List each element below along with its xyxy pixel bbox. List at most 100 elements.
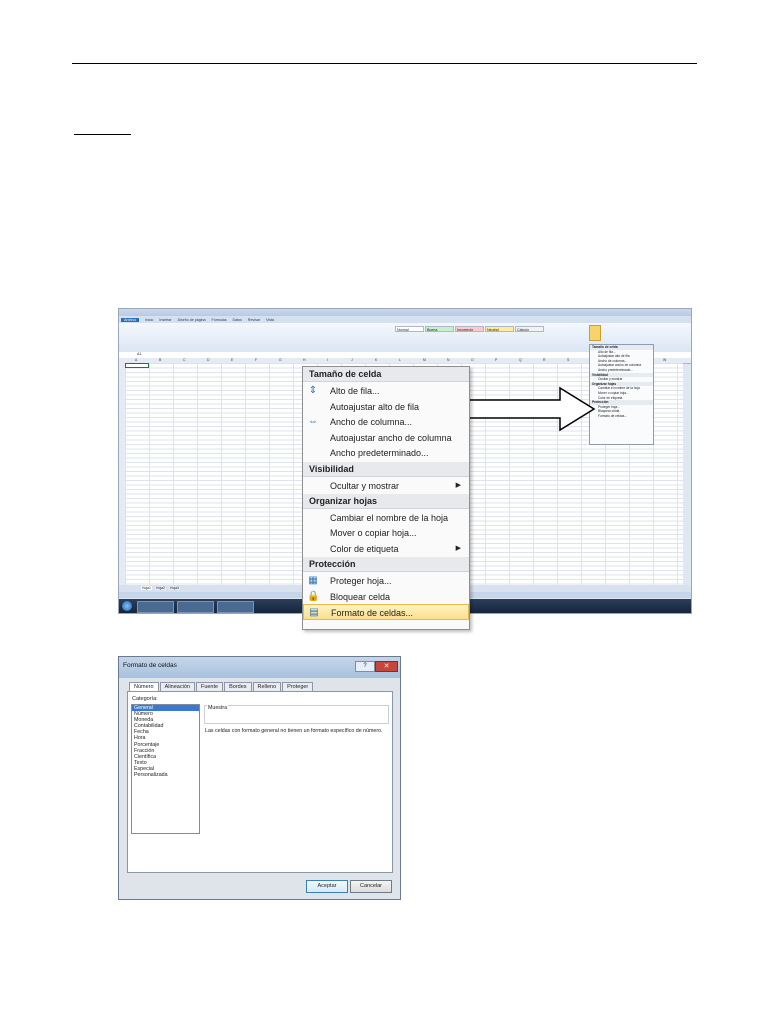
menu-section-header: Tamaño de celda <box>303 367 469 382</box>
column-width-icon: ⇔ <box>308 416 318 428</box>
cell-style-swatch[interactable]: Cálculo <box>515 326 544 332</box>
dialog-title-bar: Formato de celdas ? ✕ <box>119 657 400 678</box>
column-header[interactable]: F <box>255 358 257 362</box>
ribbon-tab[interactable]: Archivo <box>121 317 139 322</box>
column-header[interactable]: M <box>423 358 426 362</box>
menu-section-header: Protección <box>303 556 469 572</box>
ribbon-tab[interactable]: Diseño de página <box>178 318 206 322</box>
taskbar-window[interactable] <box>137 601 174 613</box>
column-header[interactable]: N <box>447 358 449 362</box>
close-button[interactable]: ✕ <box>375 661 398 672</box>
ok-button[interactable]: Aceptar <box>306 880 348 893</box>
menu-item-label: Ancho de columna... <box>330 417 413 428</box>
ribbon-tab[interactable]: Vista <box>266 318 274 322</box>
cell-style-swatch[interactable]: Normal <box>395 326 424 332</box>
cancel-button[interactable]: Cancelar <box>350 880 392 893</box>
column-header[interactable]: K <box>375 358 377 362</box>
menu-item[interactable]: Cambiar el nombre de la hoja <box>303 510 469 526</box>
column-header[interactable]: B <box>159 358 161 362</box>
dialog-tabs: Número Alineación Fuente Bordes Relleno Prote… <box>129 682 314 692</box>
submenu-item[interactable]: Formato de celdas... <box>590 414 653 419</box>
menu-item-label: Proteger hoja... <box>330 575 392 586</box>
chevron-right-icon: ▶ <box>455 481 461 489</box>
help-button[interactable]: ? <box>355 661 375 672</box>
format-dropdown-menu: Tamaño de celda Alto de fila... Autoajusta… <box>589 344 654 445</box>
ribbon-tab[interactable]: Datos <box>233 318 242 322</box>
column-header[interactable]: S <box>567 358 569 362</box>
category-label: Categoría: <box>132 696 158 702</box>
format-button[interactable] <box>589 325 601 341</box>
excel-title-bar <box>119 309 691 316</box>
menu-item-label: Mover o copiar hoja... <box>330 528 417 539</box>
sample-label: Muestra <box>207 705 229 711</box>
column-header[interactable]: D <box>207 358 209 362</box>
menu-item[interactable]: Autoajustar alto de fila <box>303 399 469 415</box>
cell-styles-gallery: Normal Buena Incorrecto Neutral Cálculo <box>395 326 545 332</box>
column-header[interactable]: G <box>279 358 282 362</box>
number-tab-panel: Categoría: General Número Moneda Contabilid… <box>127 691 393 873</box>
sheet-tab[interactable]: Hoja3 <box>169 586 180 590</box>
column-header[interactable]: W <box>663 358 666 362</box>
column-header[interactable]: C <box>183 358 185 362</box>
menu-item[interactable]: 🔒 Bloquear celda <box>303 589 469 605</box>
taskbar-window[interactable] <box>177 601 214 613</box>
start-button-icon[interactable] <box>122 601 132 611</box>
menu-section-header: Organizar hojas <box>303 493 469 509</box>
ribbon-tab[interactable]: Revisar <box>248 318 260 322</box>
column-header[interactable]: I <box>327 358 328 362</box>
column-header[interactable]: E <box>231 358 233 362</box>
chevron-right-icon: ▶ <box>455 544 461 552</box>
menu-item[interactable]: ⇔ Ancho de columna... <box>303 414 469 430</box>
format-context-menu: Tamaño de celda ⇕ Alto de fila... Autoajust… <box>302 366 470 630</box>
taskbar-window[interactable] <box>217 601 254 613</box>
cell-style-swatch[interactable]: Buena <box>425 326 454 332</box>
cell-style-swatch[interactable]: Incorrecto <box>455 326 484 332</box>
sheet-tab[interactable]: Hoja1 <box>141 586 152 590</box>
active-cell[interactable] <box>125 363 149 368</box>
menu-item-label: Ancho predeterminado... <box>330 448 429 459</box>
menu-item-label: Color de etiqueta <box>330 543 399 554</box>
category-description: Las celdas con formato general no tienen… <box>205 728 383 734</box>
column-header[interactable]: Q <box>519 358 522 362</box>
dialog-tab[interactable]: Alineación <box>159 682 195 691</box>
dialog-tab[interactable]: Relleno <box>252 682 282 691</box>
menu-item-label: Autoajustar alto de fila <box>330 401 420 412</box>
menu-item[interactable]: ▦ Proteger hoja... <box>303 573 469 589</box>
menu-item-label: Cambiar el nombre de la hoja <box>330 512 449 523</box>
column-header[interactable]: L <box>399 358 401 362</box>
cell-style-swatch[interactable]: Neutral <box>485 326 514 332</box>
menu-item[interactable]: ⇕ Alto de fila... <box>303 383 469 399</box>
ribbon-tab[interactable]: Insertar <box>159 318 171 322</box>
menu-item-label: Autoajustar ancho de columna <box>330 432 452 443</box>
name-box[interactable]: A1 <box>137 352 141 356</box>
column-header[interactable]: J <box>351 358 353 362</box>
menu-item[interactable]: Ancho predeterminado... <box>303 445 469 461</box>
ribbon-tab[interactable]: Inicio <box>145 318 153 322</box>
menu-item-label: Alto de fila... <box>330 386 380 396</box>
category-item[interactable]: Personalizada <box>132 772 199 778</box>
dialog-tab[interactable]: Proteger <box>282 682 314 691</box>
right-arrow-icon <box>467 386 596 432</box>
dialog-title: Formato de celdas <box>123 662 177 669</box>
menu-item[interactable]: ▤ Formato de celdas... <box>303 604 469 621</box>
column-header[interactable]: R <box>543 358 545 362</box>
category-list[interactable]: General Número Moneda Contabilidad Fecha Hora… <box>131 704 200 834</box>
sheet-tab[interactable]: Hoja2 <box>155 586 166 590</box>
menu-item-label: Bloquear celda <box>330 591 391 602</box>
menu-item[interactable]: Mover o copiar hoja... <box>303 525 469 541</box>
ribbon-tab[interactable]: Fórmulas <box>212 318 227 322</box>
format-cells-icon: ▤ <box>309 607 319 619</box>
ribbon-tabs: Archivo Inicio Insertar Diseño de página Fór… <box>119 316 691 323</box>
column-header[interactable]: A <box>135 358 137 362</box>
menu-item[interactable]: Autoajustar ancho de columna <box>303 430 469 446</box>
column-header[interactable]: O <box>471 358 474 362</box>
menu-item-label: Ocultar y mostrar <box>330 480 400 491</box>
sample-box: Muestra <box>204 705 389 724</box>
column-header[interactable]: H <box>303 358 305 362</box>
menu-item[interactable]: Ocultar y mostrar ▶ <box>303 478 469 494</box>
page-top-rule <box>72 63 697 64</box>
dialog-tab[interactable]: Fuente <box>195 682 224 691</box>
column-header[interactable]: P <box>495 358 497 362</box>
dialog-tab[interactable]: Bordes <box>224 682 252 691</box>
menu-item[interactable]: Color de etiqueta ▶ <box>303 541 469 557</box>
